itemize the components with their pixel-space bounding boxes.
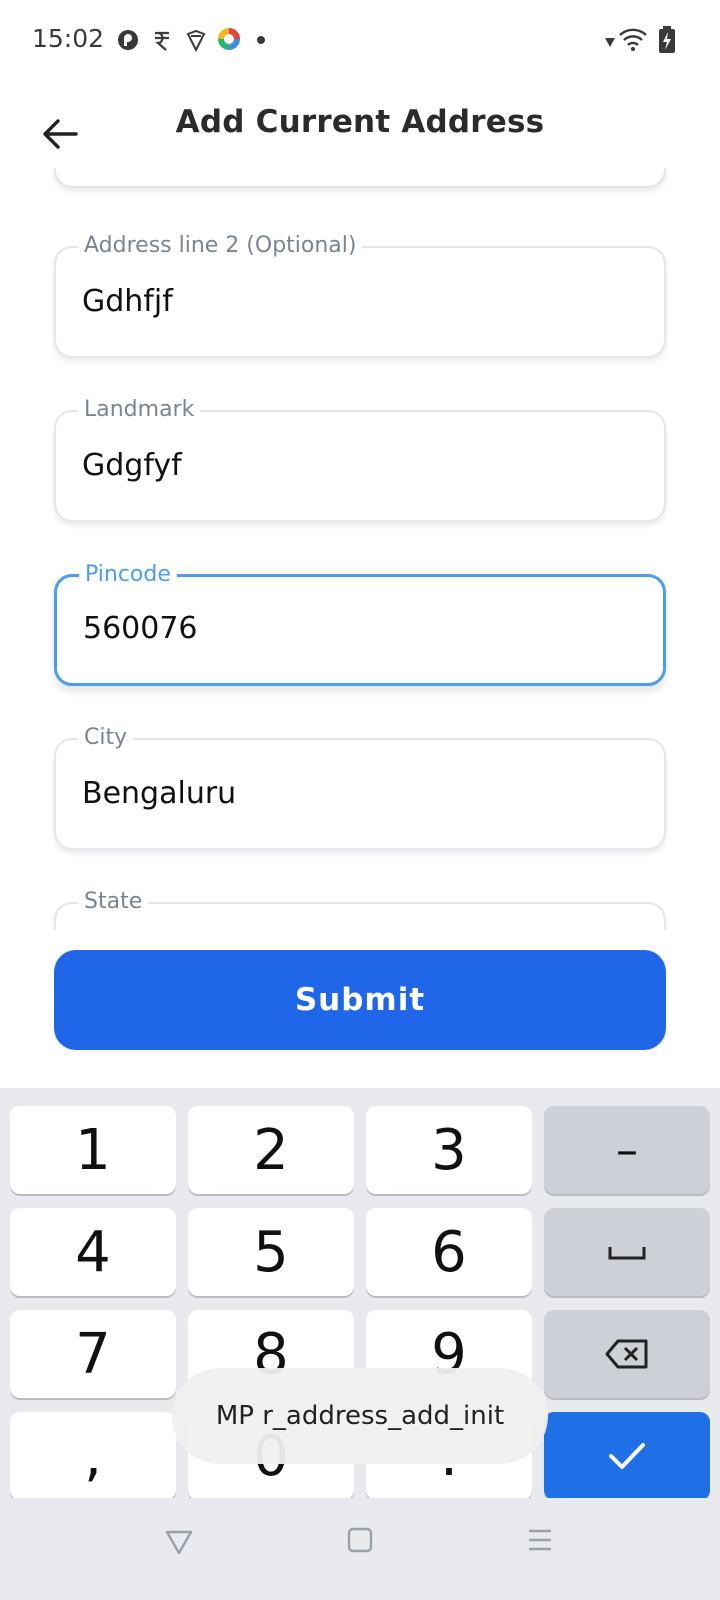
check-icon bbox=[609, 1443, 645, 1469]
backspace-icon bbox=[605, 1339, 648, 1369]
landmark-input[interactable] bbox=[82, 448, 622, 483]
city-field[interactable]: City bbox=[54, 724, 666, 850]
system-nav-bar bbox=[0, 1498, 720, 1600]
landmark-field[interactable]: Landmark bbox=[54, 396, 666, 522]
key-1[interactable]: 1 bbox=[10, 1106, 176, 1194]
key-comma[interactable]: , bbox=[10, 1412, 176, 1500]
done-key[interactable] bbox=[544, 1412, 710, 1500]
field-label: City bbox=[78, 724, 134, 752]
key-6[interactable]: 6 bbox=[366, 1208, 532, 1296]
pincode-field[interactable]: Pincode bbox=[54, 561, 666, 686]
key-3[interactable]: 3 bbox=[366, 1106, 532, 1194]
pocket-icon bbox=[118, 30, 138, 50]
space-icon bbox=[608, 1247, 646, 1260]
address-form[interactable]: Address line 2 (Optional) Landmark Pinco… bbox=[0, 168, 720, 930]
wifi-icon bbox=[619, 28, 647, 51]
key-minus[interactable]: – bbox=[544, 1106, 710, 1194]
field-label: State bbox=[78, 888, 149, 916]
app-icon bbox=[186, 29, 206, 52]
status-time: 15:02 bbox=[32, 24, 105, 53]
city-input[interactable] bbox=[82, 776, 622, 811]
address-line-1-field[interactable] bbox=[54, 168, 666, 188]
pincode-input[interactable] bbox=[83, 611, 623, 646]
toast-message: MP r_address_add_init bbox=[172, 1368, 548, 1464]
backspace-key[interactable] bbox=[544, 1310, 710, 1398]
page-title: Add Current Address bbox=[175, 104, 545, 140]
battery-charging-icon bbox=[659, 26, 675, 53]
rupee-icon bbox=[155, 31, 169, 51]
field-label: Landmark bbox=[78, 396, 201, 424]
submit-button[interactable]: Submit bbox=[54, 950, 666, 1050]
color-wheel-icon bbox=[218, 28, 240, 50]
field-label: Pincode bbox=[79, 561, 177, 589]
field-label: Address line 2 (Optional) bbox=[78, 232, 363, 260]
space-key[interactable] bbox=[544, 1208, 710, 1296]
home-square-icon[interactable] bbox=[346, 1526, 374, 1554]
address-line-2-field[interactable]: Address line 2 (Optional) bbox=[54, 232, 666, 358]
signal-icon bbox=[605, 38, 615, 47]
key-2[interactable]: 2 bbox=[188, 1106, 354, 1194]
dot-icon bbox=[257, 36, 265, 44]
address-line-2-input[interactable] bbox=[82, 284, 622, 319]
key-5[interactable]: 5 bbox=[188, 1208, 354, 1296]
key-7[interactable]: 7 bbox=[10, 1310, 176, 1398]
key-4[interactable]: 4 bbox=[10, 1208, 176, 1296]
state-field[interactable]: State bbox=[54, 888, 666, 930]
menu-lines-icon[interactable] bbox=[526, 1526, 554, 1554]
back-triangle-icon[interactable] bbox=[164, 1528, 194, 1556]
